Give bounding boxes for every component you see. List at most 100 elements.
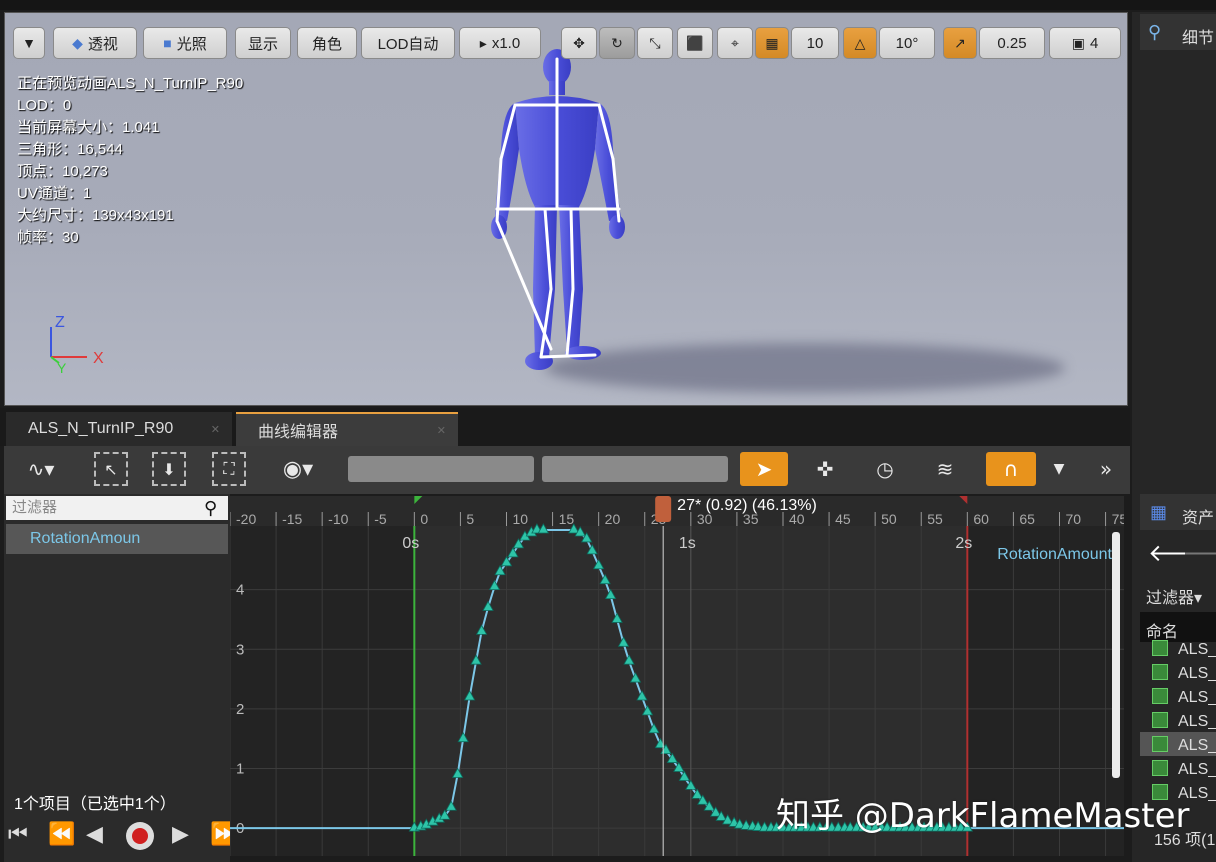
- playhead-label: 27* (0.92) (46.13%): [677, 497, 817, 514]
- multi-select-tool-button[interactable]: ≋: [922, 452, 968, 486]
- frame-tick-label: 0: [420, 511, 428, 527]
- select-keys-button[interactable]: ↖: [94, 452, 128, 486]
- play-icon[interactable]: ▶: [172, 822, 189, 847]
- second-label: 2s: [955, 535, 972, 552]
- playback-speed-button[interactable]: ▸ x1.0: [459, 27, 541, 59]
- frame-tick-label: -10: [328, 511, 348, 527]
- animation-asset-icon: [1152, 688, 1168, 704]
- frame-selection-button[interactable]: ⬇: [152, 452, 186, 486]
- surface-snap-icon: ⌖: [731, 34, 739, 51]
- y-axis-label: Y: [57, 360, 67, 376]
- viewport[interactable]: ▼ ◆ 透视 ■ 光照 显示 角色 LOD自动 ▸ x1.0 ✥ ↻ ⤡ ⬛ ⌖ ▦ …: [4, 12, 1128, 406]
- curve-key: [636, 690, 648, 701]
- show-label: 显示: [247, 35, 278, 53]
- frame-tick-label: 45: [835, 511, 851, 527]
- chevron-down-icon: ▼: [22, 35, 36, 51]
- search-icon[interactable]: ⚲: [204, 498, 217, 519]
- playhead-handle[interactable]: [655, 496, 672, 522]
- show-button[interactable]: 显示: [235, 27, 291, 59]
- frame-tick-label: 5: [466, 511, 474, 527]
- frame-tick-label: 65: [1019, 511, 1035, 527]
- assets-label: 资产: [1182, 510, 1215, 527]
- translate-mode-button[interactable]: ✥: [561, 27, 597, 59]
- more-options-button[interactable]: »: [1086, 452, 1126, 486]
- curve-key: [470, 654, 482, 665]
- asset-item-selected[interactable]: ALS_: [1152, 736, 1216, 755]
- perspective-button[interactable]: ◆ 透视: [53, 27, 137, 59]
- forward-arrow-icon[interactable]: 🡒: [1182, 538, 1216, 568]
- scale-snap-value[interactable]: 0.25: [979, 27, 1045, 59]
- lod-auto-label: LOD自动: [377, 35, 439, 53]
- curve-key: [611, 612, 623, 623]
- transform-tool-button[interactable]: ✜: [802, 452, 848, 486]
- value-range-slider[interactable]: [542, 456, 728, 482]
- series-legend-label: RotationAmount: [997, 546, 1112, 563]
- cursor-icon: ➤: [755, 457, 773, 481]
- frame-all-button[interactable]: ⛶: [212, 452, 246, 486]
- curve-key: [592, 558, 605, 570]
- character-mannequin[interactable]: [475, 39, 645, 379]
- tab-animation[interactable]: ALS_N_TurnIP_R90 ✕: [6, 412, 232, 446]
- curve-key: [617, 636, 630, 647]
- angle-snap-toggle[interactable]: △: [843, 27, 877, 59]
- asset-item[interactable]: ALS_: [1152, 760, 1216, 779]
- curve-key: [629, 672, 642, 683]
- record-icon[interactable]: [124, 820, 156, 858]
- scale-arrow-icon: ↗: [954, 34, 966, 51]
- z-axis-label: Z: [55, 314, 65, 331]
- assets-filter[interactable]: 过滤器▾: [1146, 584, 1202, 608]
- lighting-button[interactable]: ■ 光照: [143, 27, 227, 59]
- viewport-options-button[interactable]: ▼: [13, 27, 45, 59]
- x-axis-label: X: [93, 350, 104, 367]
- tab-curve-editor[interactable]: 曲线编辑器 ✕: [236, 412, 458, 446]
- surface-snap-button[interactable]: ⌖: [717, 27, 753, 59]
- play-reverse-icon[interactable]: ◀: [86, 822, 103, 847]
- cube-icon: ⬛: [686, 34, 704, 51]
- curve-key: [463, 690, 476, 701]
- grid-snap-toggle[interactable]: ▦: [755, 27, 789, 59]
- stat-line: 顶点：10,273: [17, 163, 108, 180]
- name-column-header[interactable]: 命名: [1140, 612, 1216, 642]
- angle-snap-value[interactable]: 10°: [879, 27, 935, 59]
- scale-snap-label: 0.25: [997, 34, 1027, 52]
- stat-line: 当前屏幕大小：1.041: [17, 119, 160, 136]
- curve-list-item[interactable]: RotationAmoun: [6, 524, 228, 554]
- angle-snap-label: 10°: [895, 34, 919, 52]
- curve-key: [604, 588, 617, 599]
- curve-key: [654, 737, 667, 749]
- grid-icon: ▦: [1150, 502, 1168, 522]
- assets-tab[interactable]: ▦ 资产: [1140, 494, 1216, 530]
- frame-icon: ⬇: [162, 459, 176, 479]
- asset-item[interactable]: ALS_: [1152, 640, 1216, 659]
- rotate-mode-button[interactable]: ↻: [599, 27, 635, 59]
- skip-start-icon[interactable]: ⏮: [8, 822, 28, 847]
- scale-mode-button[interactable]: ⤡: [637, 27, 673, 59]
- details-tab[interactable]: ⚲ 细节: [1140, 14, 1216, 50]
- visibility-button[interactable]: ◉▾: [270, 452, 326, 486]
- camera-speed-button[interactable]: ▣ 4: [1049, 27, 1121, 59]
- asset-item[interactable]: ALS_: [1152, 664, 1216, 683]
- character-button[interactable]: 角色: [297, 27, 357, 59]
- second-label: 1s: [679, 535, 696, 552]
- time-range-slider[interactable]: [348, 456, 534, 482]
- curve-view-mode-button[interactable]: ∿▾: [14, 452, 68, 486]
- close-icon[interactable]: ✕: [437, 424, 446, 437]
- frame-tick-label: -15: [282, 511, 302, 527]
- asset-item[interactable]: ALS_: [1152, 712, 1216, 731]
- select-tool-button[interactable]: ➤: [740, 452, 788, 486]
- frame-tick-label: 60: [973, 511, 989, 527]
- snapping-dropdown[interactable]: ▼: [1046, 452, 1072, 486]
- scale-snap-toggle[interactable]: ↗: [943, 27, 977, 59]
- close-icon[interactable]: ✕: [211, 423, 220, 436]
- world-local-button[interactable]: ⬛: [677, 27, 713, 59]
- tab-animation-label: ALS_N_TurnIP_R90: [28, 420, 174, 437]
- grid-snap-value[interactable]: 10: [791, 27, 839, 59]
- asset-item[interactable]: ALS_: [1152, 688, 1216, 707]
- stat-line: UV通道：1: [17, 185, 92, 202]
- retime-tool-button[interactable]: ◷: [862, 452, 908, 486]
- snapping-button[interactable]: ∩: [986, 452, 1036, 486]
- curve-filter-input[interactable]: 过滤器: [6, 496, 228, 520]
- lod-auto-button[interactable]: LOD自动: [361, 27, 455, 59]
- axis-gizmo: Z Y X: [50, 314, 104, 376]
- step-back-icon[interactable]: ⏪: [48, 822, 75, 847]
